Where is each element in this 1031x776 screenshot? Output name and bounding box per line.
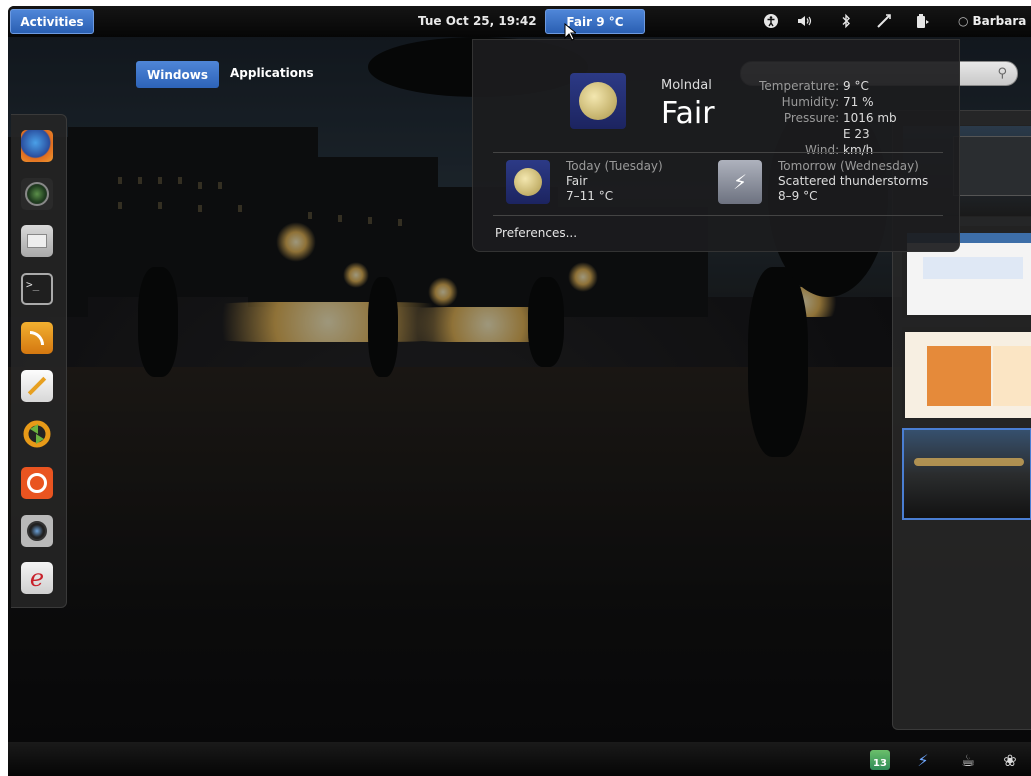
tomorrow-day: Tomorrow (Wednesday) [778, 159, 919, 173]
calendar-icon[interactable]: 13 [870, 750, 890, 770]
palette-icon[interactable]: ❀ [1000, 750, 1020, 770]
mouse-pointer-icon [564, 23, 576, 41]
file-manager-icon[interactable] [21, 225, 53, 257]
workspace-thumbnail[interactable] [902, 327, 1031, 419]
weather-condition: Fair [661, 96, 715, 131]
user-menu[interactable]: ○ Barbara [958, 14, 1026, 28]
network-icon[interactable] [876, 13, 892, 29]
humidity-value: 71 % [843, 95, 874, 109]
clock[interactable]: Tue Oct 25, 19:42 [418, 14, 537, 28]
volume-icon[interactable] [796, 13, 812, 29]
wind-label: Wind: [804, 143, 840, 157]
pressure-label: Pressure: [783, 111, 840, 125]
chat-status-icon: ○ [958, 14, 969, 28]
message-tray: 13 ⚡ ☕ ❀ [8, 742, 1031, 776]
today-condition: Fair [566, 174, 588, 188]
user-name: Barbara [972, 14, 1027, 28]
calendar-badge: 13 [873, 757, 887, 769]
wind-value: E 23 km/h [843, 127, 874, 157]
weather-details: Temperature: 9 °C Humidity: 71 % Pressur… [733, 78, 901, 158]
weather-location: Molndal [661, 78, 712, 93]
power-icon[interactable] [914, 13, 930, 29]
thunderstorm-icon: ⚡ [718, 160, 762, 204]
pressure-value: 1016 mb [843, 111, 897, 125]
today-range: 7–11 °C [566, 189, 614, 203]
dash: >_ e [11, 114, 67, 608]
rss-reader-icon[interactable] [21, 322, 53, 354]
divider [493, 152, 943, 153]
activities-button[interactable]: Activities [10, 9, 94, 34]
top-panel: Activities Tue Oct 25, 19:42 Fair 9 °C ○… [8, 6, 1031, 37]
bluetooth-icon[interactable] [838, 13, 854, 29]
workspace-thumbnail-active[interactable] [902, 428, 1031, 520]
text-editor-icon[interactable] [21, 370, 53, 402]
lightning-icon[interactable]: ⚡ [913, 750, 933, 770]
moon-icon [570, 73, 626, 129]
forecast-today: Today (Tuesday) Fair 7–11 °C [566, 159, 663, 204]
forecast-tomorrow: Tomorrow (Wednesday) Scattered thunderst… [778, 159, 928, 204]
divider [493, 215, 943, 216]
today-moon-icon [506, 160, 550, 204]
firefox-icon[interactable] [21, 130, 53, 162]
tab-applications[interactable]: Applications [230, 66, 314, 80]
search-icon: ⚲ [997, 66, 1007, 81]
update-manager-icon[interactable] [21, 418, 53, 450]
tab-windows[interactable]: Windows [136, 61, 219, 88]
humidity-label: Humidity: [781, 95, 840, 109]
temperature-value: 9 °C [843, 79, 869, 93]
today-day: Today (Tuesday) [566, 159, 663, 173]
evolution-mail-icon[interactable]: e [21, 562, 53, 594]
coffee-icon[interactable]: ☕ [958, 750, 978, 770]
ubuntu-one-icon[interactable] [21, 467, 53, 499]
accessibility-icon[interactable] [763, 13, 779, 29]
terminal-icon[interactable]: >_ [21, 273, 53, 305]
preferences-link[interactable]: Preferences... [495, 226, 577, 240]
desktop-screen: Activities Tue Oct 25, 19:42 Fair 9 °C ○… [8, 6, 1031, 776]
weather-popup: Molndal Fair Temperature: 9 °C Humidity:… [472, 39, 960, 252]
camera-icon[interactable] [21, 515, 53, 547]
tomorrow-range: 8–9 °C [778, 189, 818, 203]
weather-button[interactable]: Fair 9 °C [545, 9, 645, 34]
shotwell-icon[interactable] [21, 178, 53, 210]
tomorrow-condition: Scattered thunderstorms [778, 174, 929, 188]
temperature-label: Temperature: [759, 79, 840, 93]
